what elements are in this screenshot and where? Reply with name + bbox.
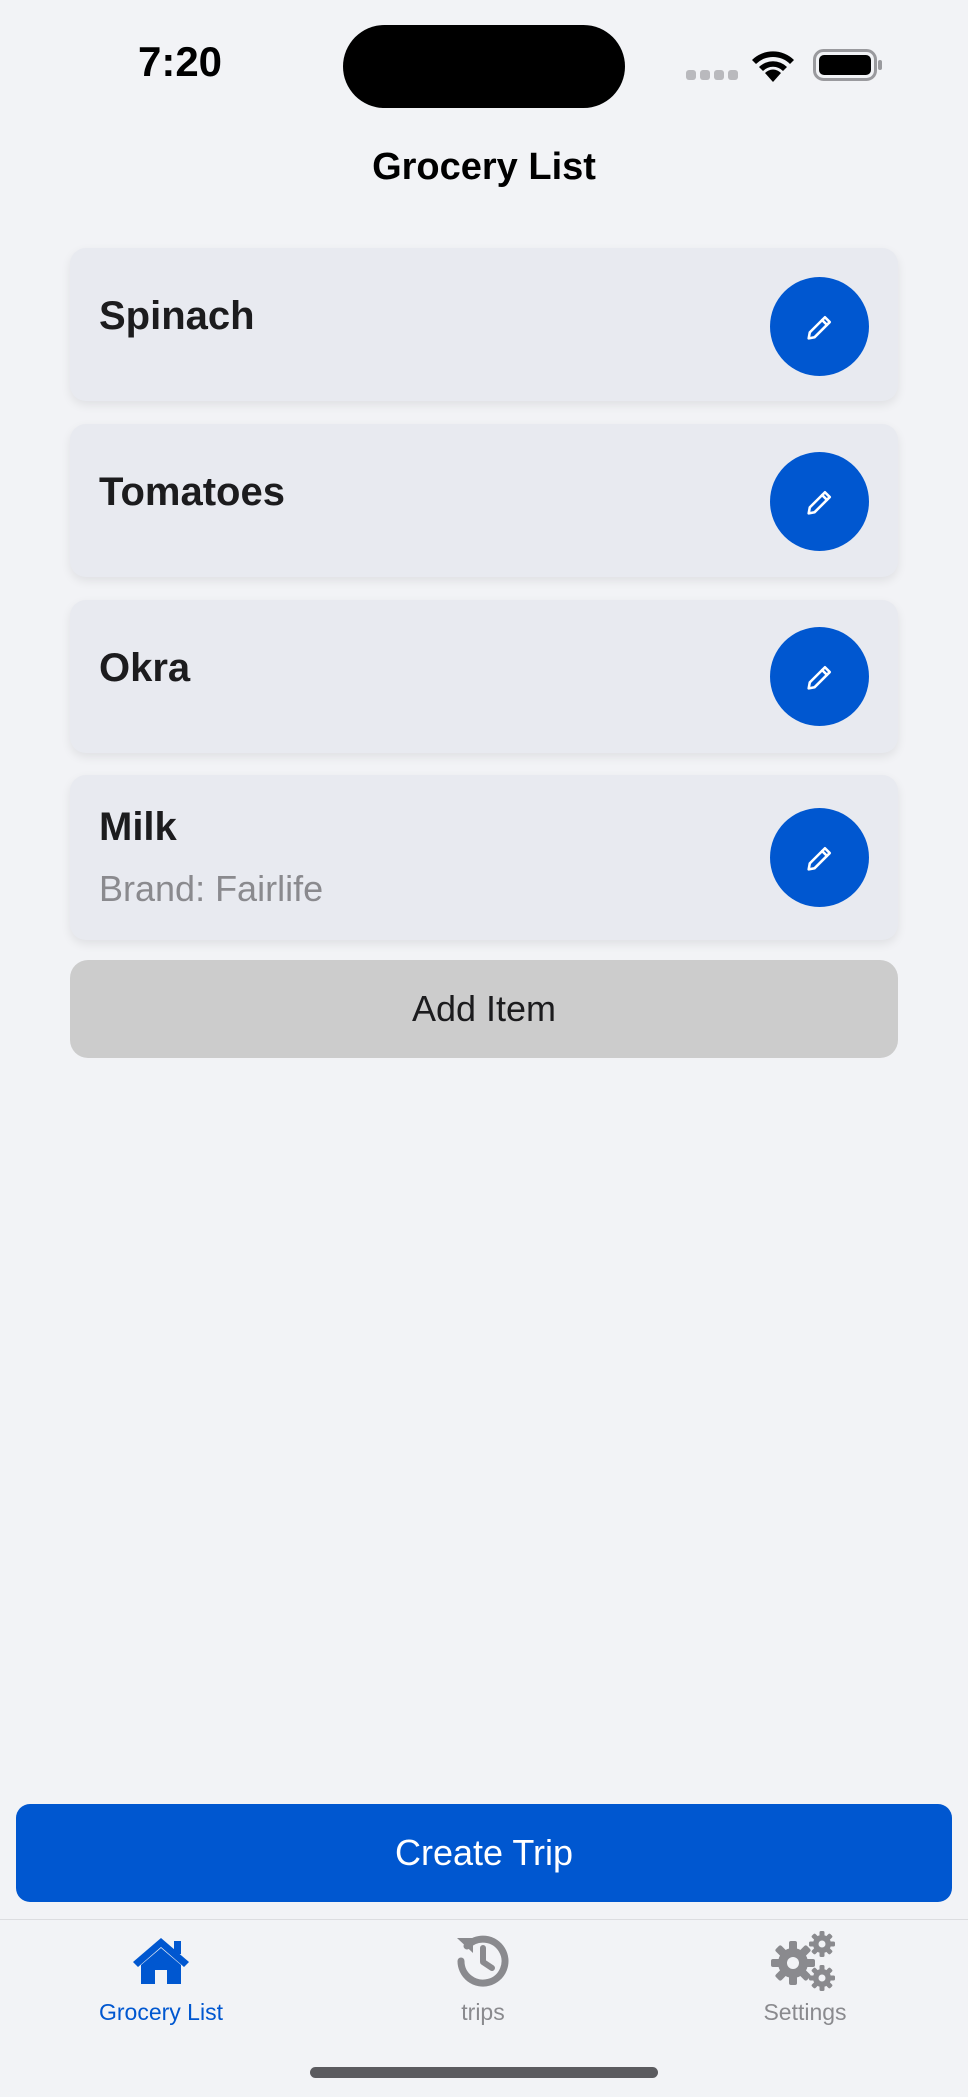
edit-button[interactable] [770,452,869,551]
tab-label: Grocery List [99,1999,223,2025]
home-indicator [310,2067,658,2078]
item-brand: Brand: Fairlife [99,868,324,909]
tab-trips[interactable]: trips [322,1928,644,2038]
dynamic-island [343,25,625,108]
add-item-button[interactable]: Add Item [70,960,898,1058]
tab-bar-divider [0,1919,968,1920]
edit-button[interactable] [770,808,869,907]
item-name: Okra [99,646,191,690]
pencil-icon [806,665,831,690]
list-item: Okra [70,600,898,753]
pencil-icon [806,490,831,515]
tab-label: trips [461,1999,505,2025]
history-icon [457,1935,509,1987]
gears-icon [771,1930,835,1991]
tab-label: Settings [763,1999,847,2025]
cellular-signal-icon [686,70,738,80]
screen: 7:20 Grocery List Spinach Tomatoes Okra … [0,0,968,2097]
list-item: Tomatoes [70,424,898,577]
page-title: Grocery List [372,146,596,188]
edit-button[interactable] [770,627,869,726]
battery-icon [813,49,882,81]
edit-button[interactable] [770,277,869,376]
tab-settings[interactable]: Settings [644,1928,966,2038]
item-name: Milk [99,805,177,849]
home-icon [133,1937,189,1984]
list-item: Milk Brand: Fairlife [70,775,898,940]
tab-grocery-list[interactable]: Grocery List [0,1928,322,2038]
pencil-icon [806,846,831,871]
item-name: Tomatoes [99,470,285,514]
item-name: Spinach [99,294,255,338]
wifi-icon [752,51,794,82]
pencil-icon [806,315,831,340]
status-time: 7:20 [137,38,223,85]
create-trip-button[interactable]: Create Trip [16,1804,952,1902]
list-item: Spinach [70,248,898,401]
